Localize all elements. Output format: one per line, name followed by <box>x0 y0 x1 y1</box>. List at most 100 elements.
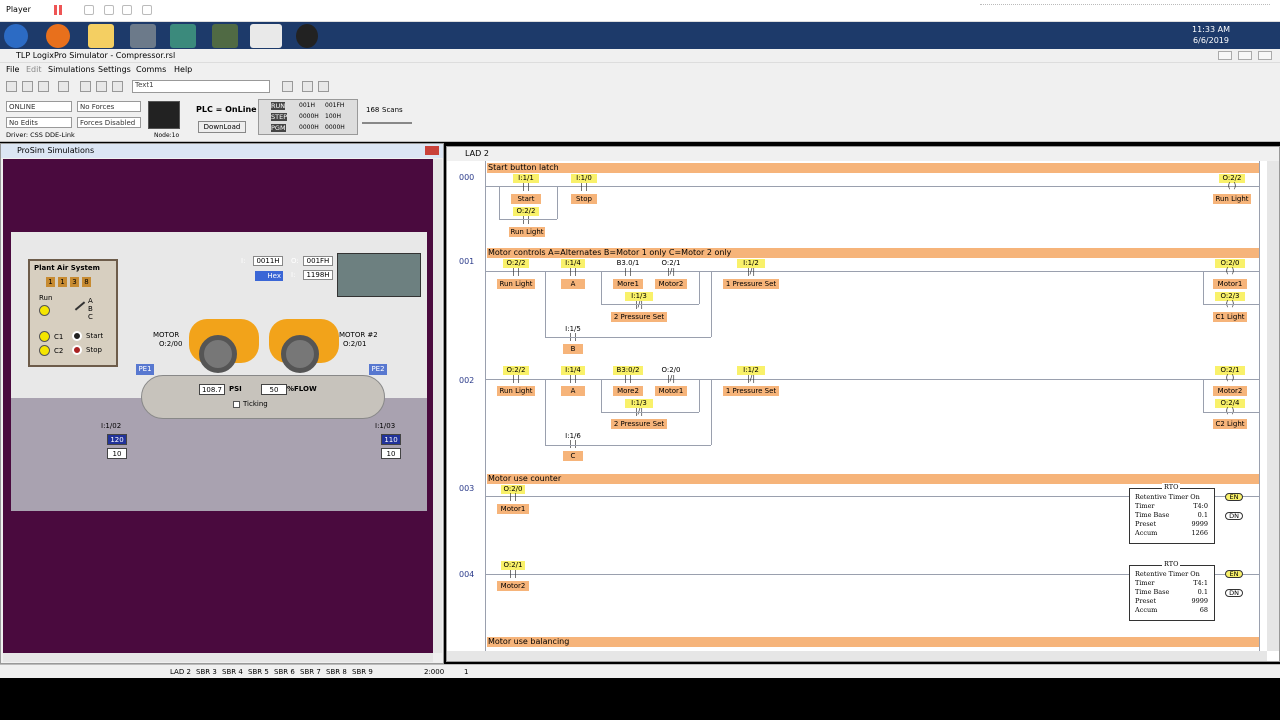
contact-symbol[interactable]: | | <box>503 268 529 276</box>
scan-slider[interactable] <box>362 122 412 124</box>
rto-header: RTO <box>1162 560 1181 568</box>
branch-line <box>699 271 700 304</box>
hex-checkbox[interactable]: Hex <box>255 271 283 281</box>
sensor-2-value[interactable]: 110 <box>381 434 401 445</box>
psi-label: PSI <box>229 385 242 393</box>
sensor-1-delta[interactable]: 10 <box>107 448 127 459</box>
coil-symbol[interactable]: ( ) <box>1215 407 1245 415</box>
edits-select[interactable]: No Edits <box>6 117 72 128</box>
forces-state-select[interactable]: Forces Disabled <box>77 117 141 128</box>
contact-symbol[interactable]: | | <box>571 183 597 191</box>
tab-sbr-5[interactable]: SBR 5 <box>248 668 269 676</box>
folder-icon[interactable] <box>88 24 114 48</box>
fit-icon[interactable] <box>122 5 132 15</box>
menu-help[interactable]: Help <box>174 65 192 74</box>
contact-symbol[interactable]: | | <box>503 375 529 383</box>
copy-icon[interactable] <box>96 81 107 92</box>
contact-symbol[interactable]: | | <box>501 493 525 501</box>
selector-a: A <box>88 297 93 305</box>
start-icon[interactable] <box>4 24 28 48</box>
step-label[interactable]: STEP <box>271 113 288 121</box>
coil-symbol[interactable]: ( ) <box>1215 267 1245 275</box>
firefox-icon[interactable] <box>46 24 70 48</box>
sensor-1-value[interactable]: 120 <box>107 434 127 445</box>
contact-symbol[interactable]: | | <box>513 183 539 191</box>
contact-symbol[interactable]: | | <box>501 570 525 578</box>
ticking-checkbox[interactable] <box>233 401 240 408</box>
pgm-label[interactable]: PGM <box>271 124 286 132</box>
tab-sbr-7[interactable]: SBR 7 <box>300 668 321 676</box>
ladder-scrollbar-h[interactable] <box>447 651 1267 661</box>
menu-simulations[interactable]: Simulations <box>48 65 95 74</box>
coil-symbol[interactable]: ( ) <box>1217 182 1247 190</box>
contact-symbol[interactable]: |/| <box>657 268 685 276</box>
print-icon[interactable] <box>58 81 69 92</box>
tab-sbr-8[interactable]: SBR 8 <box>326 668 347 676</box>
contact-symbol[interactable]: |/| <box>657 375 685 383</box>
print-icon[interactable] <box>84 5 94 15</box>
network-icon[interactable] <box>212 24 238 48</box>
start-button[interactable] <box>72 331 82 341</box>
tools-icon[interactable] <box>130 24 156 48</box>
logixpro-icon[interactable] <box>250 24 282 48</box>
coil-symbol[interactable]: ( ) <box>1215 374 1245 382</box>
ladder-scrollbar-v[interactable] <box>1267 161 1279 651</box>
prosim-close-button[interactable] <box>425 146 439 155</box>
tool-icon[interactable] <box>282 81 293 92</box>
run-label[interactable]: RUN <box>271 102 286 110</box>
zoom-in-icon[interactable] <box>302 81 313 92</box>
forces-select[interactable]: No Forces <box>77 101 141 112</box>
stop-button[interactable] <box>72 345 82 355</box>
contact-symbol[interactable]: | | <box>513 216 539 224</box>
window-icon[interactable] <box>142 5 152 15</box>
contact-symbol-name: More1 <box>613 279 643 289</box>
contact-symbol[interactable]: | | <box>613 268 643 276</box>
save-icon[interactable] <box>38 81 49 92</box>
flow-input[interactable]: 50 <box>261 384 287 395</box>
contact-symbol[interactable]: |/| <box>625 301 653 309</box>
prosim-scrollbar-h[interactable] <box>3 653 433 662</box>
rto-instruction[interactable]: RTO Retentive Timer On Timer T4:0 Time B… <box>1129 483 1215 544</box>
share-icon[interactable] <box>104 5 114 15</box>
menu-bar: File Edit Simulations Settings Comms Hel… <box>0 63 1280 77</box>
prosim-scrollbar-v[interactable] <box>433 159 442 653</box>
tab-sbr-4[interactable]: SBR 4 <box>222 668 243 676</box>
close-button[interactable] <box>1258 51 1272 60</box>
zoom-out-icon[interactable] <box>318 81 329 92</box>
contact-symbol[interactable]: | | <box>561 375 585 383</box>
right-power-rail <box>1259 161 1260 651</box>
minimize-button[interactable] <box>1218 51 1232 60</box>
cut-icon[interactable] <box>80 81 91 92</box>
selector-switch[interactable] <box>74 301 86 311</box>
contact-symbol[interactable]: | | <box>561 440 585 448</box>
menu-file[interactable]: File <box>6 65 19 74</box>
rto-instruction[interactable]: RTO Retentive Timer On Timer T4:1 Time B… <box>1129 560 1215 621</box>
open-icon[interactable] <box>22 81 33 92</box>
menu-edit[interactable]: Edit <box>26 65 42 74</box>
player-menu[interactable]: Player <box>6 5 31 14</box>
maximize-button[interactable] <box>1238 51 1252 60</box>
tab-sbr-6[interactable]: SBR 6 <box>274 668 295 676</box>
sensor-2-delta[interactable]: 10 <box>381 448 401 459</box>
branch-line <box>499 186 500 219</box>
new-icon[interactable] <box>6 81 17 92</box>
obs-icon[interactable] <box>296 24 318 48</box>
contact-symbol[interactable]: | | <box>561 268 585 276</box>
contact-symbol-name: B <box>563 344 583 354</box>
tab-lad-2[interactable]: LAD 2 <box>170 668 191 676</box>
pause-icon[interactable] <box>54 5 62 15</box>
paste-icon[interactable] <box>112 81 123 92</box>
contact-symbol[interactable]: | | <box>613 375 643 383</box>
tab-sbr-3[interactable]: SBR 3 <box>196 668 217 676</box>
monitor-icon[interactable] <box>170 24 196 48</box>
mode-select[interactable]: ONLINE <box>6 101 72 112</box>
contact-symbol[interactable]: |/| <box>737 375 765 383</box>
contact-symbol[interactable]: |/| <box>737 268 765 276</box>
menu-comms[interactable]: Comms <box>136 65 166 74</box>
rto-title: Retentive Timer On <box>1135 493 1200 501</box>
text-field[interactable]: Text1 <box>132 80 270 93</box>
tab-sbr-9[interactable]: SBR 9 <box>352 668 373 676</box>
menu-settings[interactable]: Settings <box>98 65 131 74</box>
clock[interactable]: 11:33 AM 6/6/2019 <box>1190 24 1232 46</box>
download-button[interactable]: DownLoad <box>198 121 246 133</box>
